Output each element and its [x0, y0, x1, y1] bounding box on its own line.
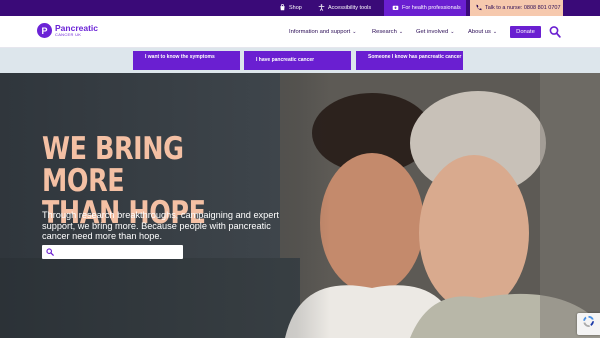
nav-item-label: Research: [372, 29, 397, 35]
phone-icon: [475, 4, 482, 13]
nurse-phone-link[interactable]: Talk to a nurse: 0808 801 0707: [470, 0, 563, 16]
accessibility-link[interactable]: Accessibility tools: [318, 0, 371, 16]
shop-icon: [279, 3, 286, 13]
quick-links-bar: I want to know the symptoms I have pancr…: [0, 48, 600, 73]
main-navigation: P Pancreatic CANCER UK Information and s…: [0, 16, 600, 48]
nav-item-information-support[interactable]: Information and support ⌄: [289, 16, 356, 48]
site-logo[interactable]: P Pancreatic CANCER UK: [37, 23, 98, 38]
search-icon[interactable]: [549, 25, 561, 39]
accessibility-icon: [318, 3, 325, 13]
logo-name: Pancreatic: [55, 22, 98, 33]
health-professionals-link[interactable]: For health professionals: [384, 0, 466, 16]
chevron-down-icon: ⌄: [352, 29, 357, 35]
search-icon: [46, 243, 54, 261]
shop-link[interactable]: Shop: [279, 0, 302, 16]
hero-search-input[interactable]: [57, 249, 177, 255]
quick-link-have-cancer[interactable]: I have pancreatic cancer: [244, 51, 351, 70]
recaptcha-badge[interactable]: [577, 313, 600, 335]
hero-search-box[interactable]: [42, 245, 183, 259]
quick-link-someone-i-know[interactable]: Someone I know has pancreatic cancer: [356, 51, 463, 70]
logo-wordmark: Pancreatic CANCER UK: [55, 24, 98, 38]
chevron-down-icon: ⌄: [450, 29, 455, 35]
nav-item-label: About us: [468, 29, 491, 35]
health-professional-icon: [392, 4, 399, 13]
chevron-down-icon: ⌄: [492, 29, 498, 35]
nav-item-get-involved[interactable]: Get involved ⌄: [416, 16, 454, 48]
shop-label: Shop: [289, 5, 302, 11]
nav-item-label: Get involved: [416, 29, 449, 35]
logo-mark: P: [37, 23, 52, 38]
logo-sub: CANCER UK: [55, 32, 82, 38]
utility-bar: Shop Accessibility tools For health prof…: [0, 0, 600, 16]
nurse-label: Talk to a nurse: 0808 801 0707: [485, 5, 561, 11]
hero-headline-line: WE BRING MORE: [42, 131, 184, 199]
health-professionals-label: For health professionals: [402, 5, 461, 11]
nav-item-about-us[interactable]: About us ⌄: [468, 16, 497, 48]
hero-banner: WE BRING MORE THAN HOPE Through research…: [0, 73, 600, 338]
recaptcha-icon: [582, 315, 595, 333]
donate-button[interactable]: Donate: [510, 26, 541, 38]
chevron-down-icon: ⌄: [398, 29, 404, 35]
hero-subtext: Through research breakthroughs, campaign…: [42, 210, 279, 241]
accessibility-label: Accessibility tools: [328, 5, 372, 11]
quick-link-symptoms[interactable]: I want to know the symptoms: [133, 51, 240, 70]
nav-item-research[interactable]: Research ⌄: [372, 16, 403, 48]
nav-item-label: Information and support: [289, 29, 351, 35]
